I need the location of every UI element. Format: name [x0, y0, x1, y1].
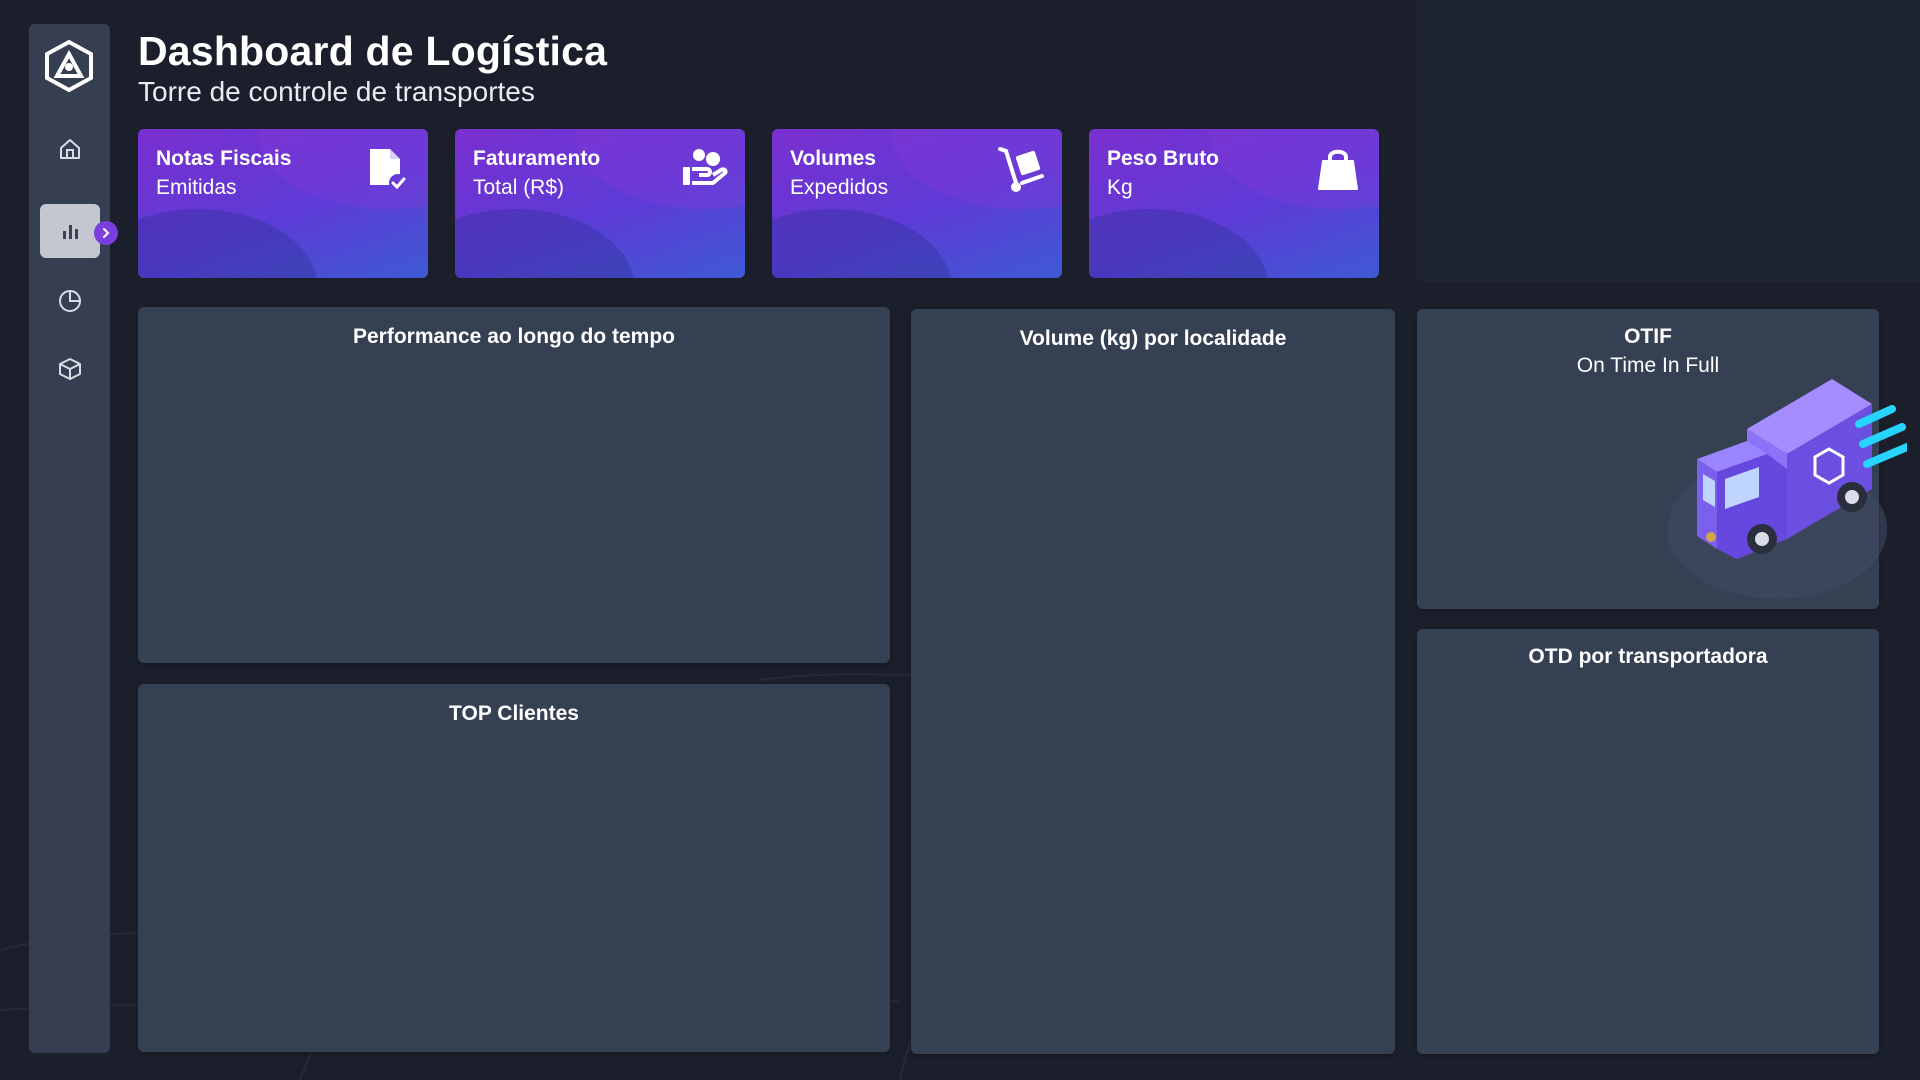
panel-title: TOP Clientes [449, 702, 579, 725]
volume-panel: Volume (kg) por localidade [911, 309, 1395, 1054]
kpi-title: Peso Bruto [1107, 147, 1220, 170]
box-icon [59, 358, 81, 380]
nav-analytics[interactable] [40, 274, 100, 328]
truck-illustration [1667, 379, 1907, 599]
logo-icon [45, 39, 93, 93]
performance-panel: Performance ao longo do tempo [138, 307, 890, 663]
kpi-subtitle: Kg [1107, 176, 1133, 199]
kpi-title: Volumes [790, 147, 876, 170]
document-check-icon [370, 149, 407, 192]
kpi-faturamento[interactable]: Faturamento Total (R$) [455, 129, 745, 278]
top-clientes-panel: TOP Clientes [138, 684, 890, 1052]
kpi-subtitle: Emitidas [156, 176, 237, 199]
kpi-notas-fiscais[interactable]: Notas Fiscais Emitidas [138, 129, 428, 278]
page-subtitle: Torre de controle de transportes [138, 76, 535, 107]
hand-truck-icon [998, 147, 1044, 192]
kpi-volumes[interactable]: Volumes Expedidos [772, 129, 1062, 278]
chevron-right-icon [103, 228, 110, 238]
kpi-peso-bruto[interactable]: Peso Bruto Kg [1089, 129, 1379, 278]
kpi-subtitle: Expedidos [790, 176, 889, 199]
kpi-title: Notas Fiscais [156, 147, 292, 170]
panel-title: Performance ao longo do tempo [352, 325, 676, 348]
filter-panel [1416, 0, 1920, 282]
nav-dashboard[interactable] [40, 204, 100, 258]
nav-products[interactable] [40, 342, 100, 396]
panel-subtitle: On Time In Full [1576, 354, 1720, 377]
otd-panel: OTD por transportadora [1417, 629, 1879, 1054]
hand-money-icon [683, 149, 728, 185]
nav-home[interactable] [40, 122, 100, 176]
otif-panel: OTIF On Time In Full [1417, 309, 1907, 609]
pie-chart-icon [59, 290, 81, 312]
sidebar-expand-button[interactable] [94, 221, 118, 245]
home-icon [60, 139, 80, 159]
panel-title: OTIF [1624, 325, 1672, 348]
shopping-bag-icon [1318, 149, 1358, 190]
kpi-title: Faturamento [473, 147, 601, 170]
sidebar [29, 24, 110, 1053]
kpi-subtitle: Total (R$) [473, 176, 565, 199]
panel-title: Volume (kg) por localidade [1019, 327, 1287, 350]
panel-title: OTD por transportadora [1528, 645, 1768, 668]
page-title: Dashboard de Logística [138, 28, 608, 74]
bar-chart-icon [63, 225, 78, 239]
